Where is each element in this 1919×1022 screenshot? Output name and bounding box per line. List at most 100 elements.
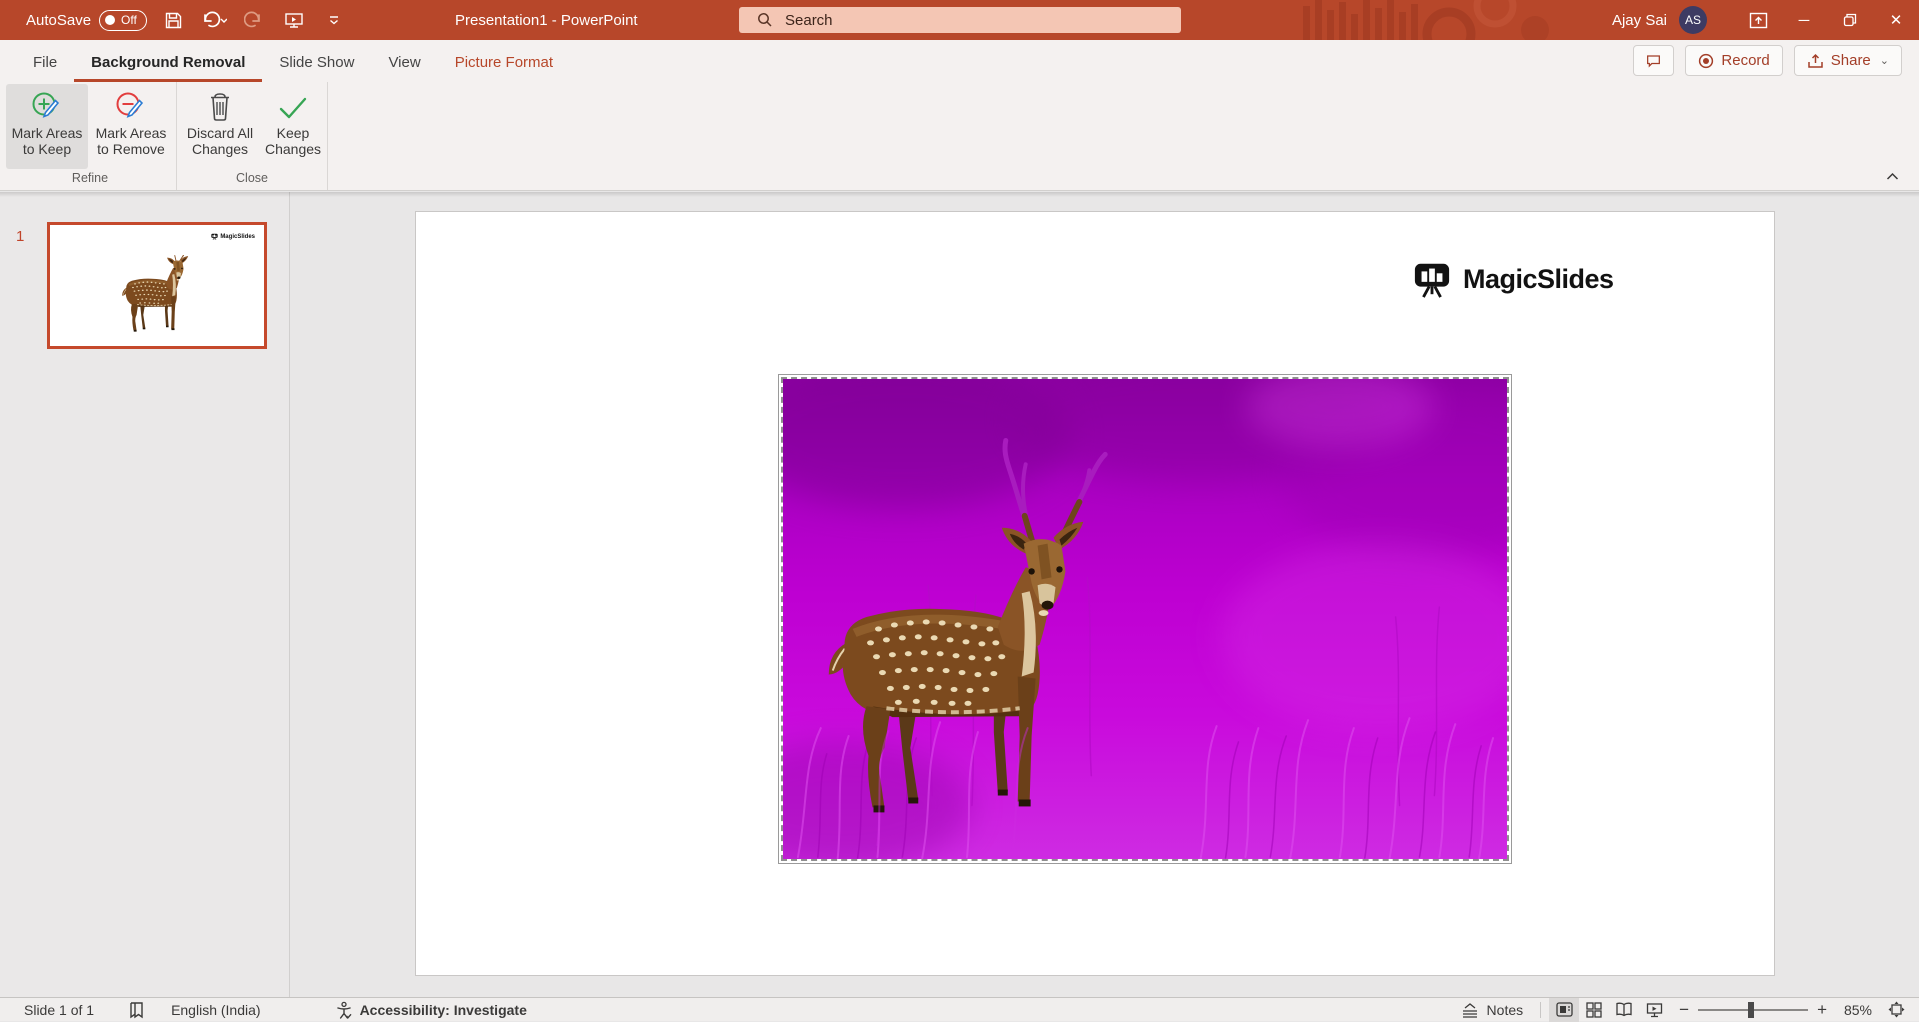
button-label-line2: Changes (265, 141, 321, 157)
autosave-toggle[interactable]: Off (99, 10, 147, 31)
undo-button[interactable] (201, 7, 227, 33)
tab-slide-show[interactable]: Slide Show (262, 44, 371, 82)
redo-button[interactable] (241, 7, 267, 33)
status-bar: Slide 1 of 1 English (India) Accessibili… (0, 997, 1919, 1021)
slide-indicator: Slide 1 of 1 (24, 998, 103, 1022)
accessibility-button[interactable]: Accessibility: Investigate (326, 998, 536, 1022)
share-chevron-icon[interactable]: ⌄ (1880, 54, 1889, 67)
button-label-line1: Mark Areas (96, 125, 167, 141)
autosave-state: Off (121, 13, 137, 27)
slideshow-icon (284, 11, 304, 30)
normal-view-button[interactable] (1549, 998, 1579, 1022)
selection-marquee (781, 377, 1509, 861)
notes-icon (1460, 1002, 1480, 1018)
close-button[interactable]: ✕ (1873, 0, 1919, 40)
magicslides-logo-text: MagicSlides (1463, 264, 1614, 295)
ribbon-group-close: Discard All Changes Keep Changes Close (177, 82, 328, 190)
save-button[interactable] (161, 7, 187, 33)
zoom-in-button[interactable]: + (1817, 1001, 1827, 1018)
slide-show-view-button[interactable] (1639, 998, 1669, 1022)
start-slideshow-button[interactable] (281, 7, 307, 33)
keep-changes-button[interactable]: Keep Changes (261, 84, 325, 169)
accessibility-label: Accessibility: Investigate (360, 1002, 527, 1018)
record-icon (1698, 53, 1714, 69)
slide-thumbnail-panel: 1 MagicSlides (0, 192, 290, 997)
window-title: Presentation1 - PowerPoint (455, 12, 638, 29)
restore-button[interactable] (1827, 0, 1873, 40)
mark-areas-to-keep-button[interactable]: Mark Areas to Keep (6, 84, 88, 169)
notes-label: Notes (1487, 1002, 1524, 1018)
reading-view-icon (1615, 1002, 1633, 1017)
collapse-ribbon-button[interactable] (1881, 167, 1903, 185)
tab-background-removal[interactable]: Background Removal (74, 44, 262, 82)
thumbnail-deer-image (112, 255, 204, 335)
search-input[interactable]: Search (739, 7, 1181, 33)
titlebar-decoration (1299, 0, 1589, 40)
minimize-button[interactable]: ─ (1781, 0, 1827, 40)
tab-picture-format[interactable]: Picture Format (438, 44, 570, 82)
spell-check-button[interactable] (119, 998, 154, 1022)
redo-icon (244, 11, 263, 29)
checkmark-icon (277, 89, 309, 125)
magicslides-logo: MagicSlides (1411, 260, 1614, 298)
minimize-icon: ─ (1799, 12, 1810, 29)
undo-icon (201, 11, 227, 29)
discard-all-changes-button[interactable]: Discard All Changes (179, 84, 261, 169)
tab-view[interactable]: View (371, 44, 437, 82)
search-placeholder: Search (785, 12, 833, 29)
mark-areas-to-remove-button[interactable]: Mark Areas to Remove (88, 84, 174, 169)
button-label-line1: Discard All (187, 125, 253, 141)
ribbon-display-options-icon (1749, 12, 1768, 29)
group-label-refine: Refine (6, 169, 174, 190)
zoom-percentage[interactable]: 85% (1836, 1002, 1872, 1018)
reading-view-button[interactable] (1609, 998, 1639, 1022)
mark-areas-keep-icon (30, 89, 64, 125)
background-removal-picture[interactable] (778, 374, 1512, 864)
button-label-line1: Keep (277, 125, 310, 141)
zoom-slider-thumb[interactable] (1748, 1002, 1754, 1018)
magicslides-logo-icon (211, 233, 218, 240)
ribbon-group-refine: Mark Areas to Keep Mark Areas to Remove … (4, 82, 177, 190)
autosave-label: AutoSave (26, 12, 91, 29)
save-icon (164, 11, 183, 30)
slide-number: 1 (16, 228, 24, 245)
slide-sorter-view-button[interactable] (1579, 998, 1609, 1022)
share-icon (1807, 53, 1824, 69)
zoom-out-button[interactable]: − (1679, 1001, 1689, 1018)
title-bar: AutoSave Off Presentation1 - PowerPoint … (0, 0, 1919, 40)
record-label: Record (1721, 52, 1769, 69)
button-label-line2: to Remove (97, 141, 165, 157)
autosave-control[interactable]: AutoSave Off (26, 10, 147, 31)
comments-button[interactable] (1633, 45, 1674, 76)
deer-photo-with-magenta-overlay (783, 379, 1507, 859)
group-label-close: Close (179, 169, 325, 190)
ribbon-display-options-button[interactable] (1735, 0, 1781, 40)
fit-slide-to-window-button[interactable] (1881, 998, 1911, 1022)
language-button[interactable]: English (India) (162, 998, 270, 1022)
user-name: Ajay Sai (1612, 12, 1667, 29)
normal-view-icon (1556, 1002, 1573, 1017)
search-icon (757, 12, 773, 28)
qat-overflow-button[interactable] (321, 7, 347, 33)
ribbon-tab-row: File Background Removal Slide Show View … (0, 40, 1919, 82)
restore-icon (1843, 13, 1857, 27)
toggle-dot-icon (105, 15, 115, 25)
spell-check-icon (128, 1001, 145, 1019)
record-button[interactable]: Record (1685, 45, 1782, 76)
slide[interactable]: MagicSlides (415, 211, 1775, 976)
thumbnail-logo-text: MagicSlides (220, 234, 255, 240)
chevron-down-icon (327, 14, 341, 26)
slide-canvas[interactable]: MagicSlides (290, 192, 1919, 997)
button-label-line2: Changes (192, 141, 248, 157)
statusbar-separator (1540, 1002, 1541, 1018)
chevron-up-icon (1886, 172, 1899, 181)
close-icon: ✕ (1890, 11, 1903, 29)
ribbon: Mark Areas to Keep Mark Areas to Remove … (0, 82, 1919, 191)
tab-file[interactable]: File (16, 44, 74, 82)
notes-button[interactable]: Notes (1451, 998, 1533, 1022)
share-button[interactable]: Share ⌄ (1794, 45, 1902, 76)
slide-thumbnail[interactable]: MagicSlides (47, 222, 267, 349)
zoom-slider[interactable] (1698, 1009, 1808, 1011)
mark-areas-remove-icon (114, 89, 148, 125)
avatar[interactable]: AS (1679, 6, 1707, 34)
